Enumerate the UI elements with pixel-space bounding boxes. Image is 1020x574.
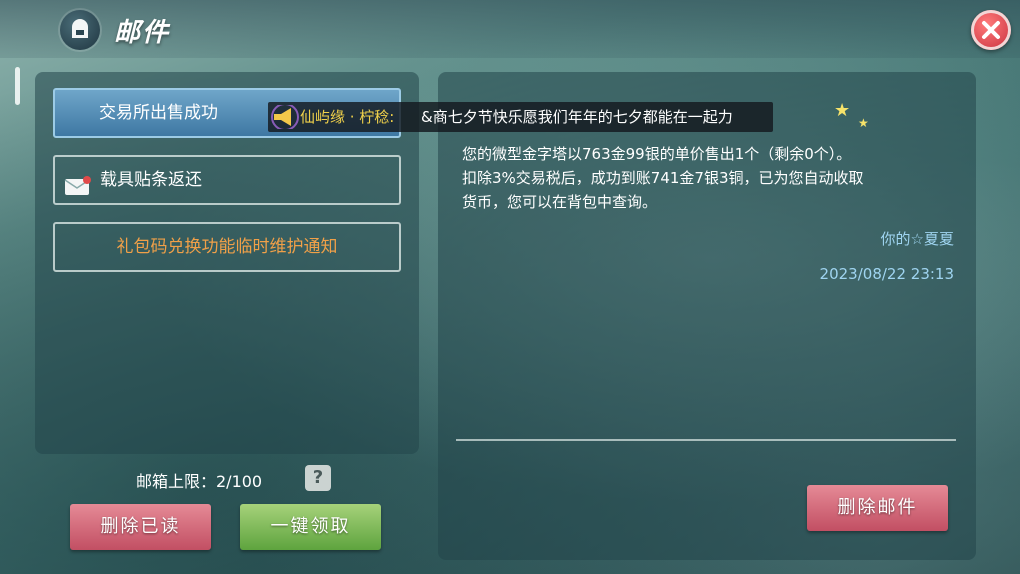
page-title: 邮件 bbox=[114, 18, 171, 48]
mail-body: 您的微型金字塔以763金99银的单价售出1个（剩余0个）。 扣除3%交易税后，成… bbox=[462, 142, 962, 214]
help-button[interactable]: ? bbox=[305, 465, 331, 491]
mailbox-limit: 邮箱上限：2/100 bbox=[136, 472, 263, 491]
mail-item-label: 交易所出售成功 bbox=[99, 103, 218, 123]
scrollbar-thumb[interactable] bbox=[15, 67, 20, 105]
star-sparkle-icon: ★ bbox=[858, 116, 869, 130]
megaphone-icon bbox=[271, 103, 299, 131]
mail-item-vehicle-ticket[interactable]: 载具贴条返还 bbox=[53, 155, 401, 205]
delete-mail-button[interactable]: 删除邮件 bbox=[807, 485, 948, 531]
mail-item-gift-code-notice[interactable]: 礼包码兑换功能临时维护通知 bbox=[53, 222, 401, 272]
close-button[interactable] bbox=[971, 10, 1011, 50]
mail-sender: 你的☆夏夏 bbox=[880, 230, 954, 248]
mail-item-label: 礼包码兑换功能临时维护通知 bbox=[116, 237, 338, 257]
star-sparkle-icon: ★ bbox=[834, 100, 851, 121]
mail-body-line: 扣除3%交易税后，成功到账741金7银3铜，已为您自动收取 bbox=[462, 169, 864, 187]
claim-all-button[interactable]: 一键领取 bbox=[240, 504, 381, 550]
close-icon bbox=[982, 21, 1000, 39]
mail-icon bbox=[60, 10, 100, 50]
world-broadcast-banner: 仙屿缘 · 柠稔: &商七夕节快乐愿我们年年的七夕都能在一起力 bbox=[268, 102, 773, 132]
divider bbox=[456, 439, 956, 441]
mail-date: 2023/08/22 23:13 bbox=[819, 265, 954, 283]
delete-read-button[interactable]: 删除已读 bbox=[70, 504, 211, 550]
mail-body-line: 货币，您可以在背包中查询。 bbox=[462, 193, 658, 211]
mail-item-label: 载具贴条返还 bbox=[100, 170, 202, 190]
broadcast-sender: 仙屿缘 · 柠稔: bbox=[300, 108, 395, 126]
mail-body-line: 您的微型金字塔以763金99银的单价售出1个（剩余0个）。 bbox=[462, 145, 852, 163]
envelope-icon bbox=[64, 169, 92, 215]
broadcast-message: &商七夕节快乐愿我们年年的七夕都能在一起力 bbox=[421, 108, 733, 126]
